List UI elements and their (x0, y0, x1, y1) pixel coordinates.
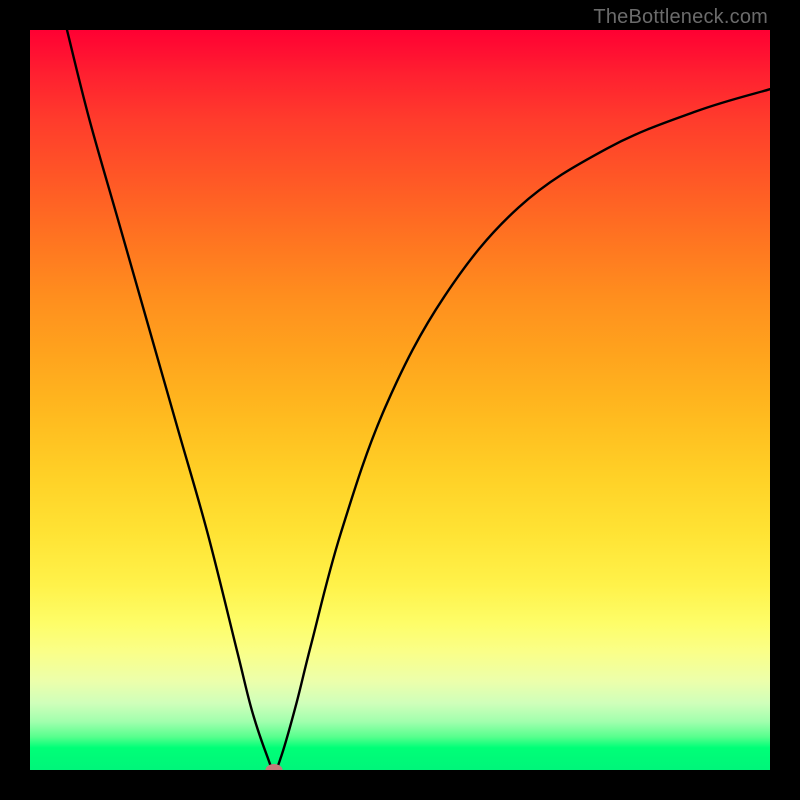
chart-stage: TheBottleneck.com (0, 0, 800, 800)
watermark-text: TheBottleneck.com (593, 6, 768, 29)
min-point-marker (266, 764, 283, 770)
bottleneck-curve-path (67, 30, 770, 770)
plot-area (30, 30, 770, 770)
curve-svg (30, 30, 770, 770)
